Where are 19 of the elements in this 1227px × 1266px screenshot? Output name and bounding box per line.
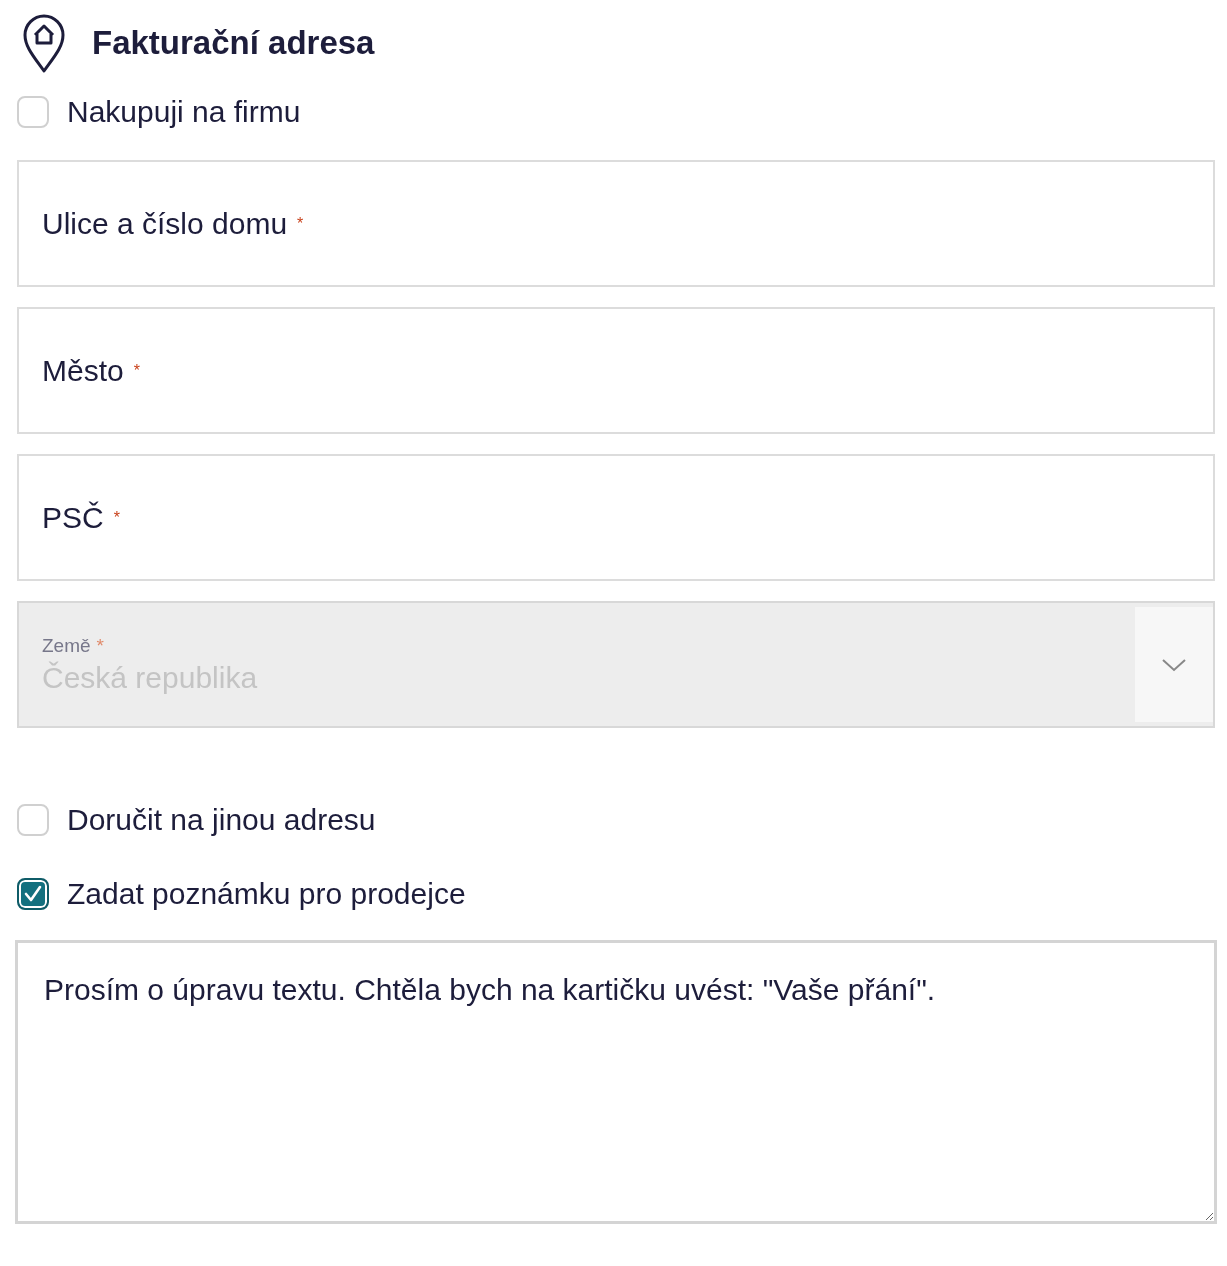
required-mark: * [297, 214, 304, 233]
text-field[interactable]: PSČ * [17, 454, 1215, 581]
field-label: PSČ [42, 500, 104, 535]
field-label: Město [42, 353, 124, 388]
required-mark: * [96, 634, 104, 657]
required-mark: * [113, 508, 120, 527]
note-textarea[interactable]: Prosím o úpravu textu. Chtěla bych na kartičku uvést: "Vaše přání". [15, 940, 1217, 1224]
field-label: Země [42, 634, 91, 657]
chevron-down-icon [1161, 657, 1187, 672]
checkbox-label: Zadat poznámku pro prodejce [67, 877, 466, 911]
text-field[interactable]: Ulice a číslo domu * [17, 160, 1215, 287]
required-mark: * [133, 361, 140, 380]
text-field[interactable]: Město * [17, 307, 1215, 434]
checkbox[interactable] [17, 878, 49, 910]
location-pin-home-icon [22, 13, 66, 73]
checkbox-label: Nakupuji na firmu [67, 95, 301, 129]
field-label: Ulice a číslo domu [42, 206, 288, 241]
checkbox-label: Doručit na jinou adresu [67, 803, 376, 837]
section-title: Fakturační adresa [92, 24, 375, 62]
